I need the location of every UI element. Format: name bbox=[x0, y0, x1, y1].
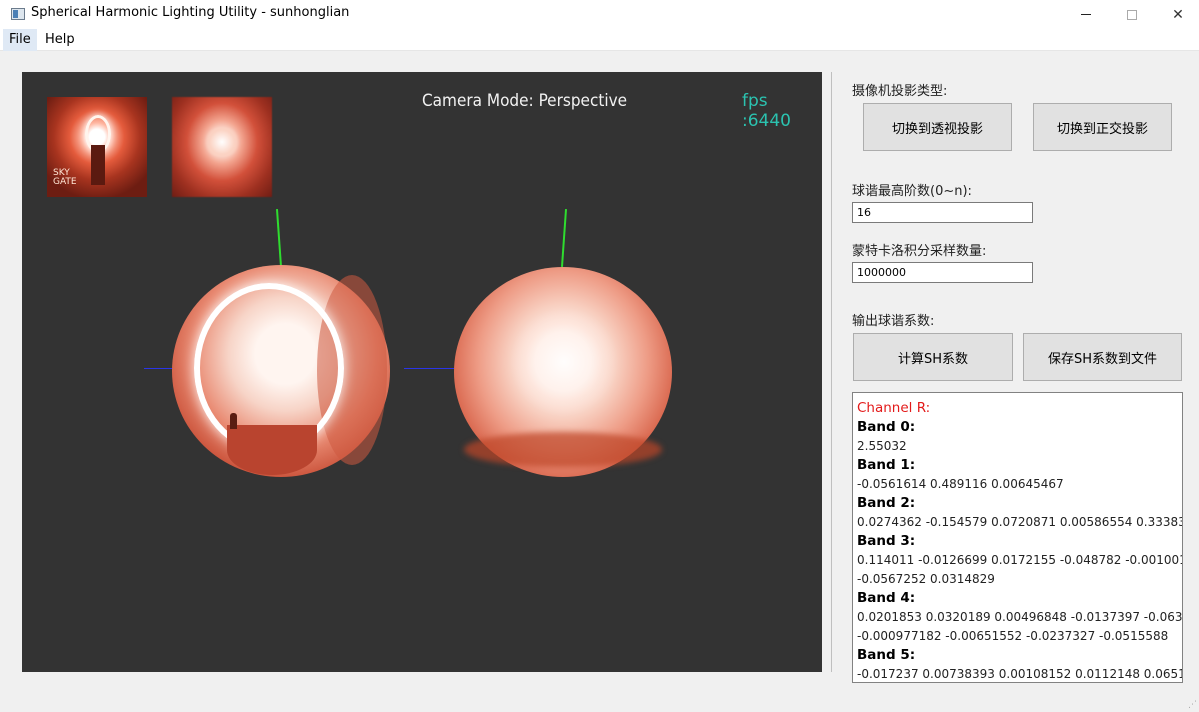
band-title: Band 1: bbox=[857, 457, 916, 473]
close-icon: ✕ bbox=[1172, 6, 1184, 23]
app-icon bbox=[11, 8, 25, 20]
environment-sphere bbox=[172, 265, 390, 477]
save-sh-button[interactable]: 保存SH系数到文件 bbox=[1023, 333, 1182, 381]
menu-bar: File Help bbox=[0, 29, 1199, 51]
close-button[interactable]: ✕ bbox=[1155, 0, 1199, 29]
window-title: Spherical Harmonic Lighting Utility - su… bbox=[31, 5, 350, 20]
z-axis-line-right bbox=[404, 368, 456, 369]
sh-order-input[interactable]: 16 bbox=[852, 202, 1033, 223]
thumbnail-logo-text: SKY GATE bbox=[53, 168, 77, 187]
channel-label: Channel R: bbox=[857, 400, 931, 416]
y-axis-line-left bbox=[275, 209, 283, 267]
orthographic-projection-button[interactable]: 切换到正交投影 bbox=[1033, 103, 1172, 151]
glow-blob bbox=[202, 127, 242, 157]
band-values: 0.0201853 0.0320189 0.00496848 -0.013739… bbox=[857, 610, 1183, 624]
minimize-button[interactable] bbox=[1063, 0, 1109, 29]
control-panel: 摄像机投影类型: 切换到透视投影 切换到正交投影 球谐最高阶数(0~n): 16… bbox=[840, 72, 1199, 692]
environment-map-thumbnail: SKY GATE bbox=[47, 97, 147, 197]
fps-counter: fps :6440 bbox=[742, 91, 791, 131]
camera-mode-label: Camera Mode: Perspective bbox=[422, 91, 628, 111]
sh-output-textbox[interactable]: Channel R: Band 0: 2.55032 Band 1: -0.05… bbox=[852, 392, 1183, 683]
maximize-icon bbox=[1127, 9, 1137, 20]
sh-order-label: 球谐最高阶数(0~n): bbox=[852, 184, 972, 199]
sphere-base bbox=[227, 425, 317, 475]
output-coefficients-label: 输出球谐系数: bbox=[852, 314, 935, 329]
resize-grip-icon[interactable]: ⋰ bbox=[1188, 700, 1197, 710]
projection-type-label: 摄像机投影类型: bbox=[852, 84, 948, 99]
minimize-icon bbox=[1081, 14, 1091, 15]
band-values: -0.0561614 0.489116 0.00645467 bbox=[857, 477, 1064, 491]
status-bar: ⋰ bbox=[0, 692, 1199, 712]
maximize-button[interactable] bbox=[1109, 0, 1155, 29]
compute-sh-button[interactable]: 计算SH系数 bbox=[853, 333, 1013, 381]
render-viewport[interactable]: SKY GATE Camera Mode: Perspective fps :6… bbox=[22, 72, 822, 672]
figure-silhouette bbox=[230, 413, 237, 429]
y-axis-line-right bbox=[560, 209, 568, 267]
band-title: Band 2: bbox=[857, 495, 916, 511]
band-title: Band 3: bbox=[857, 533, 916, 549]
menu-file[interactable]: File bbox=[3, 29, 37, 51]
sample-count-label: 蒙特卡洛积分采样数量: bbox=[852, 244, 987, 259]
sample-count-input[interactable]: 1000000 bbox=[852, 262, 1033, 283]
title-bar: Spherical Harmonic Lighting Utility - su… bbox=[0, 0, 1199, 29]
band-values: 2.55032 bbox=[857, 439, 907, 453]
perspective-projection-button[interactable]: 切换到透视投影 bbox=[863, 103, 1012, 151]
band-values: -0.000977182 -0.00651552 -0.0237327 -0.0… bbox=[857, 629, 1169, 643]
band-values: -0.0567252 0.0314829 bbox=[857, 572, 995, 586]
tower-silhouette bbox=[91, 145, 105, 185]
band-title: Band 5: bbox=[857, 647, 916, 663]
band-values: 0.0274362 -0.154579 0.0720871 0.00586554… bbox=[857, 515, 1183, 529]
band-title: Band 4: bbox=[857, 590, 916, 606]
band-values: -0.017237 0.00738393 0.00108152 0.011214… bbox=[857, 667, 1183, 681]
sphere-band bbox=[464, 432, 662, 467]
panel-splitter[interactable] bbox=[831, 72, 832, 672]
sh-lighting-sphere bbox=[454, 267, 672, 477]
band-title: Band 0: bbox=[857, 419, 916, 435]
sphere-glow bbox=[509, 307, 619, 417]
sh-reconstruction-thumbnail bbox=[172, 97, 272, 197]
menu-help[interactable]: Help bbox=[39, 29, 81, 51]
band-values: 0.114011 -0.0126699 0.0172155 -0.048782 … bbox=[857, 553, 1183, 567]
